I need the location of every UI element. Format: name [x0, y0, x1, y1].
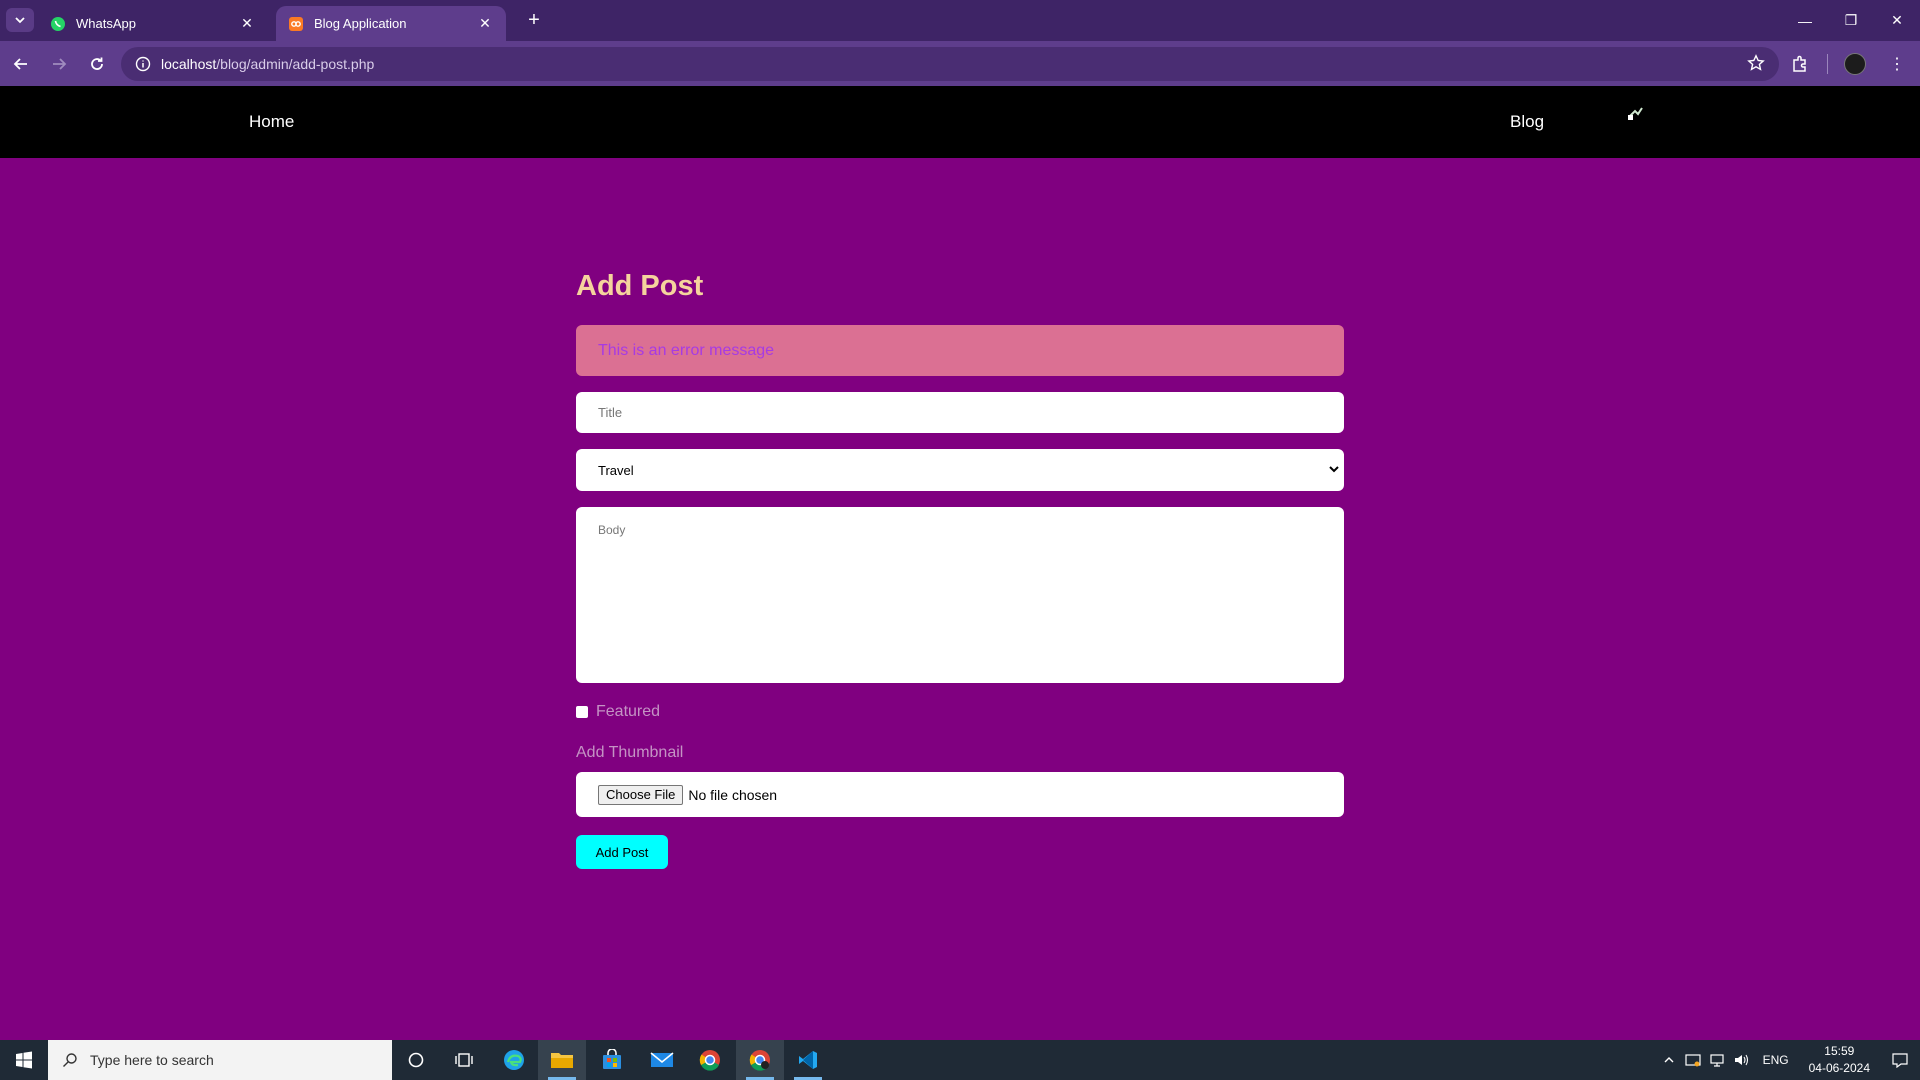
- site-navbar: Home Blog: [0, 86, 1920, 158]
- body-textarea[interactable]: Body: [576, 507, 1344, 683]
- microsoft-store-icon[interactable]: [588, 1040, 636, 1080]
- avatar: [1844, 53, 1866, 75]
- vscode-icon[interactable]: [784, 1040, 832, 1080]
- arrow-right-icon: [53, 57, 67, 70]
- notification-icon[interactable]: [1880, 1040, 1920, 1080]
- bookmark-star-icon[interactable]: [1747, 54, 1765, 75]
- whatsapp-icon: [50, 16, 66, 32]
- window-controls: — ❐ ✕: [1782, 0, 1920, 41]
- body-placeholder: Body: [598, 523, 626, 537]
- page-title: Add Post: [576, 270, 704, 302]
- clock-time: 15:59: [1824, 1044, 1855, 1058]
- add-post-button[interactable]: Add Post: [576, 835, 668, 869]
- category-selected-value: Travel: [598, 462, 634, 478]
- tab-title: WhatsApp: [76, 16, 136, 31]
- browser-toolbar: localhost/blog/admin/add-post.php ⋮: [0, 41, 1920, 86]
- file-explorer-icon[interactable]: [538, 1040, 586, 1080]
- back-button[interactable]: [4, 47, 38, 81]
- taskbar-search-input[interactable]: Type here to search: [48, 1040, 392, 1080]
- nav-blog-link[interactable]: Blog: [1510, 112, 1544, 132]
- add-post-form: Add Post This is an error message Title …: [576, 270, 1344, 869]
- title-placeholder: Title: [598, 405, 623, 420]
- choose-file-button[interactable]: Choose File: [598, 784, 684, 805]
- tab-search-button[interactable]: [6, 8, 34, 32]
- profile-avatar[interactable]: [1840, 49, 1870, 79]
- close-icon[interactable]: ✕: [476, 15, 494, 33]
- thumbnail-label: Add Thumbnail: [576, 744, 684, 761]
- window-close-icon[interactable]: ✕: [1874, 0, 1920, 41]
- chevron-down-icon: [15, 17, 25, 24]
- volume-icon[interactable]: [1729, 1040, 1753, 1080]
- search-icon: [63, 1053, 77, 1067]
- error-alert: This is an error message: [576, 325, 1344, 376]
- start-button[interactable]: [0, 1040, 48, 1080]
- file-status: No file chosen: [688, 786, 778, 803]
- site-info-icon[interactable]: [135, 56, 151, 72]
- taskbar-search-placeholder: Type here to search: [90, 1052, 214, 1068]
- cortana-icon[interactable]: [392, 1040, 440, 1080]
- category-select[interactable]: Travel: [576, 449, 1344, 491]
- tab-whatsapp[interactable]: WhatsApp ✕: [38, 6, 268, 41]
- chevron-up-icon[interactable]: [1657, 1040, 1681, 1080]
- restore-icon[interactable]: ❐: [1828, 0, 1874, 41]
- system-tray: ENG 15:59 04-06-2024: [1657, 1040, 1920, 1080]
- broken-avatar-image-icon[interactable]: [1626, 104, 1644, 122]
- kebab-menu-icon[interactable]: ⋮: [1882, 49, 1912, 79]
- reload-button[interactable]: [80, 47, 114, 81]
- windows-taskbar: Type here to search ENG 15:59 04-06-2024: [0, 1040, 1920, 1080]
- reload-icon: [91, 57, 103, 70]
- address-bar[interactable]: localhost/blog/admin/add-post.php: [121, 47, 1779, 81]
- clock[interactable]: 15:59 04-06-2024: [1799, 1043, 1880, 1077]
- blog-favicon-icon: [288, 16, 304, 32]
- chrome-icon[interactable]: [686, 1040, 734, 1080]
- minimize-icon[interactable]: —: [1782, 0, 1828, 41]
- chevron-down-icon: [1328, 463, 1340, 478]
- thumbnail-file-input[interactable]: Choose File No file chosen: [576, 772, 1344, 817]
- nav-home-link[interactable]: Home: [249, 112, 294, 132]
- url-host: localhost: [161, 56, 217, 72]
- tab-title: Blog Application: [314, 16, 407, 31]
- network-icon[interactable]: [1705, 1040, 1729, 1080]
- toolbar-actions: ⋮: [1785, 47, 1912, 81]
- url-path: /blog/admin/add-post.php: [216, 56, 375, 72]
- mail-icon[interactable]: [638, 1040, 686, 1080]
- edge-browser-icon[interactable]: [490, 1040, 538, 1080]
- clock-date: 04-06-2024: [1808, 1061, 1870, 1075]
- featured-checkbox-row[interactable]: Featured: [576, 703, 660, 721]
- close-icon[interactable]: ✕: [238, 15, 256, 33]
- new-tab-button[interactable]: +: [520, 8, 548, 32]
- meet-now-icon[interactable]: [1681, 1040, 1705, 1080]
- browser-tab-bar: WhatsApp ✕ Blog Application ✕ + — ❐ ✕: [0, 0, 1920, 41]
- language-indicator[interactable]: ENG: [1753, 1053, 1799, 1067]
- task-view-icon[interactable]: [440, 1040, 488, 1080]
- title-input[interactable]: Title: [576, 392, 1344, 433]
- arrow-left-icon: [13, 57, 27, 70]
- featured-label: Featured: [596, 703, 661, 720]
- toolbar-divider: [1827, 54, 1828, 74]
- windows-logo-icon: [16, 1051, 32, 1069]
- extensions-icon[interactable]: [1785, 49, 1815, 79]
- featured-checkbox[interactable]: [576, 706, 588, 718]
- forward-button[interactable]: [42, 47, 76, 81]
- tab-blog-application[interactable]: Blog Application ✕: [276, 6, 506, 41]
- chrome-profile-active-icon[interactable]: [736, 1040, 784, 1080]
